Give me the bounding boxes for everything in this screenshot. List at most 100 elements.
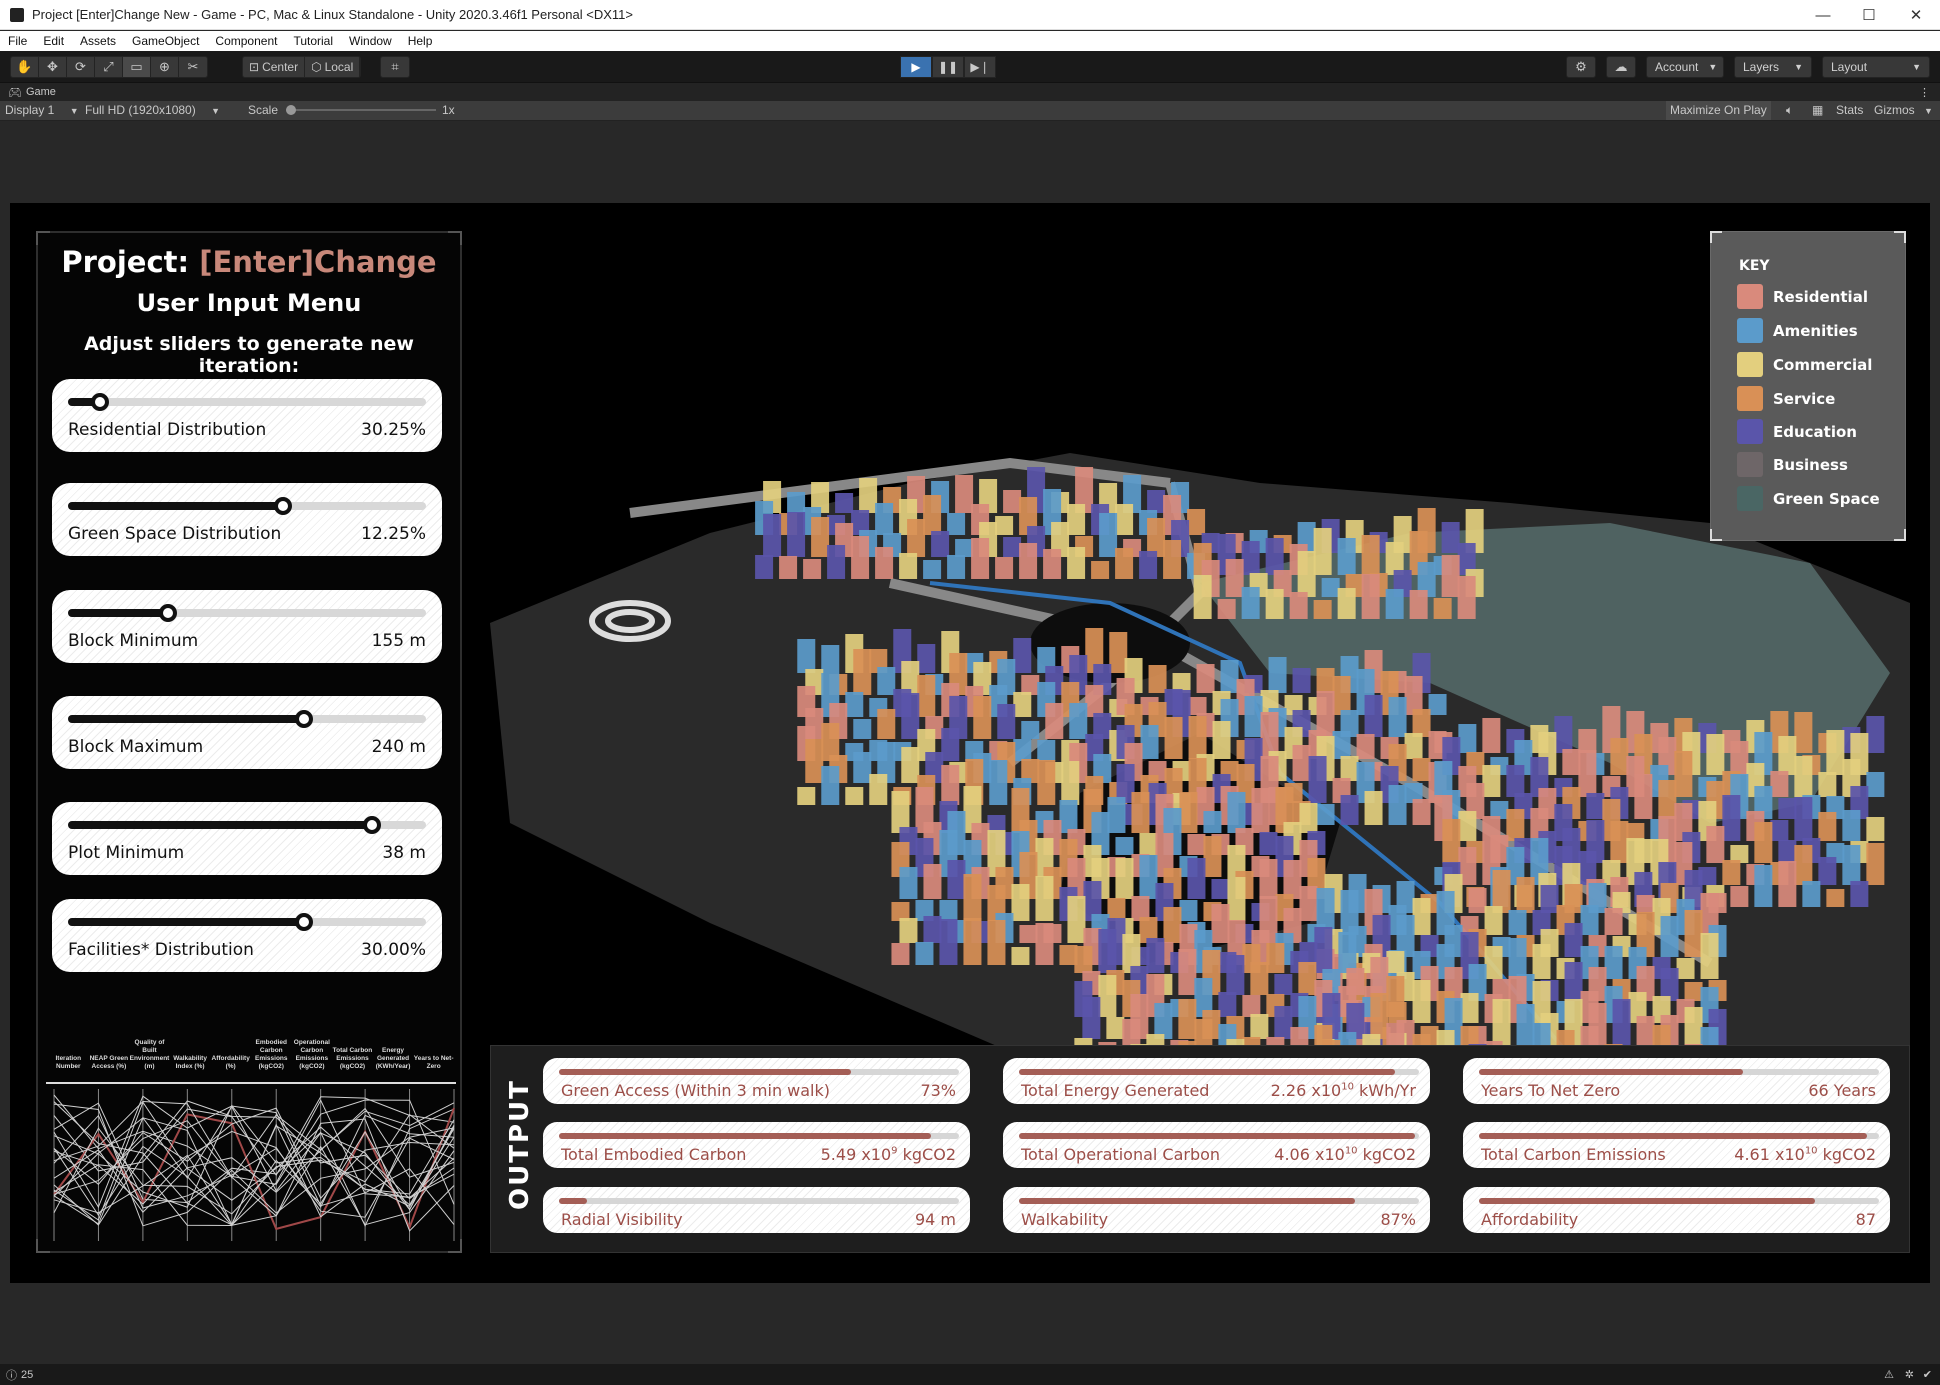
transform-tool-icon[interactable]: ⊕ xyxy=(151,57,179,77)
scale-label: Scale xyxy=(248,103,279,117)
slider-track[interactable] xyxy=(68,393,426,411)
building-block xyxy=(1778,798,1797,819)
menu-tutorial[interactable]: Tutorial xyxy=(285,34,341,48)
debug-icon[interactable]: ⚠ xyxy=(1884,1368,1894,1381)
game-view: Project: [Enter]Change User Input Menu A… xyxy=(0,121,1940,1364)
menu-assets[interactable]: Assets xyxy=(72,34,124,48)
space-toggle[interactable]: ⬡ Local xyxy=(305,57,361,77)
layout-label: Layout xyxy=(1831,60,1868,74)
building-block xyxy=(1842,810,1861,841)
output-label-text: Total Energy Generated xyxy=(1021,1081,1210,1100)
building-block xyxy=(1188,697,1207,715)
tab-game[interactable]: 🎮︎ Game xyxy=(0,86,64,99)
output-bar-track xyxy=(559,1069,959,1075)
step-button[interactable]: ▶❘ xyxy=(964,56,996,78)
rotate-tool-icon[interactable]: ⟳ xyxy=(67,57,95,77)
game-viewport[interactable]: Project: [Enter]Change User Input Menu A… xyxy=(10,203,1930,1283)
pause-button[interactable]: ❚❚ xyxy=(932,56,964,78)
building-block xyxy=(1011,947,1030,965)
building-block xyxy=(1037,760,1056,805)
building-block xyxy=(1340,795,1359,825)
building-block xyxy=(1043,549,1062,579)
slider-handle[interactable] xyxy=(295,913,313,931)
close-icon: ✕ xyxy=(1909,7,1923,24)
move-tool-icon[interactable]: ✥ xyxy=(39,57,67,77)
slider-handle[interactable] xyxy=(295,710,313,728)
building-block xyxy=(1337,588,1356,619)
hand-tool-icon[interactable]: ✋ xyxy=(11,57,39,77)
status-check-icon[interactable]: ✔ xyxy=(1923,1368,1932,1381)
building-block xyxy=(1770,771,1789,797)
slider-handle[interactable] xyxy=(363,816,381,834)
layers-dropdown[interactable]: Layers ▼ xyxy=(1734,56,1812,78)
slider-track[interactable] xyxy=(68,816,426,834)
gizmos-dropdown[interactable]: Gizmos ▼ xyxy=(1874,103,1933,117)
slider-track[interactable] xyxy=(68,913,426,931)
slider-track[interactable] xyxy=(68,497,426,515)
output-panel: OUTPUT Green Access (Within 3 min walk) 7… xyxy=(490,1045,1910,1253)
building-block xyxy=(1187,509,1206,535)
cloud-icon[interactable]: ☁ xyxy=(1607,57,1635,77)
pivot-toggle[interactable]: ⊡ Center xyxy=(243,57,306,77)
tab-game-label: Game xyxy=(25,86,56,98)
scale-tool-icon[interactable]: ⤢ xyxy=(95,57,123,77)
output-value-exponent: 10 xyxy=(1341,1081,1354,1093)
slider-handle[interactable] xyxy=(159,604,177,622)
menu-component[interactable]: Component xyxy=(207,34,285,48)
resolution-label: Full HD (1920x1080) xyxy=(85,103,196,117)
unity-logo-icon xyxy=(10,7,24,22)
slider-plot-minimum[interactable]: Plot Minimum 38 m xyxy=(52,802,442,875)
layout-dropdown[interactable]: Layout ▼ xyxy=(1822,56,1930,78)
building-block xyxy=(1091,561,1110,579)
slider-block-minimum[interactable]: Block Minimum 155 m xyxy=(52,590,442,663)
lighting-icon[interactable]: ✲ xyxy=(1905,1368,1914,1381)
stats-toggle[interactable]: Stats xyxy=(1836,103,1863,117)
scale-slider-handle[interactable] xyxy=(286,105,296,115)
building-block xyxy=(835,493,854,513)
building-block xyxy=(971,538,990,579)
building-block xyxy=(1211,879,1230,899)
account-dropdown[interactable]: Account ▼ xyxy=(1646,56,1724,78)
menu-help[interactable]: Help xyxy=(400,34,441,48)
maximize-button[interactable]: ☐ xyxy=(1846,0,1892,30)
output-card: Affordability 87 xyxy=(1463,1187,1890,1233)
building-block xyxy=(1131,792,1150,833)
building-block xyxy=(1045,703,1064,739)
slider-track[interactable] xyxy=(68,710,426,728)
menu-file[interactable]: File xyxy=(0,34,35,48)
slider-block-maximum[interactable]: Block Maximum 240 m xyxy=(52,696,442,769)
building-block xyxy=(1067,896,1086,943)
mute-audio-icon[interactable]: 🔈︎ xyxy=(1786,103,1793,118)
building-block xyxy=(939,919,958,965)
scale-slider-track[interactable] xyxy=(286,109,436,111)
slider-facilities-distribution[interactable]: Facilities* Distribution 30.00% xyxy=(52,899,442,972)
rect-tool-icon[interactable]: ▭ xyxy=(123,57,151,77)
building-block xyxy=(1562,749,1581,775)
grid-snap-icon[interactable]: ⌗ xyxy=(381,57,409,77)
slider-residential-distribution[interactable]: Residential Distribution 30.25% xyxy=(52,379,442,452)
building-block xyxy=(1706,734,1725,775)
slider-track[interactable] xyxy=(68,604,426,622)
building-block xyxy=(1107,898,1126,921)
building-block xyxy=(1147,490,1166,513)
resolution-dropdown[interactable]: Full HD (1920x1080) ▼ xyxy=(85,103,220,117)
output-label-text: Total Embodied Carbon xyxy=(561,1145,747,1164)
minimize-button[interactable]: — xyxy=(1800,0,1846,30)
play-button[interactable]: ▶ xyxy=(900,56,932,78)
maximize-on-play-toggle[interactable]: Maximize On Play xyxy=(1666,101,1771,120)
slider-handle[interactable] xyxy=(274,497,292,515)
legend-label: Business xyxy=(1773,455,1848,474)
slider-green-space-distribution[interactable]: Green Space Distribution 12.25% xyxy=(52,483,442,556)
custom-tool-icon[interactable]: ✂ xyxy=(179,57,207,77)
slider-handle[interactable] xyxy=(91,393,109,411)
menu-edit[interactable]: Edit xyxy=(35,34,72,48)
building-block xyxy=(1506,765,1525,797)
output-value: 87% xyxy=(1380,1210,1416,1229)
display-dropdown[interactable]: Display 1 ▼ xyxy=(5,103,79,117)
building-block xyxy=(1098,929,1117,973)
menu-window[interactable]: Window xyxy=(341,34,400,48)
collab-icon[interactable]: ⚙ xyxy=(1567,57,1595,77)
menu-gameobject[interactable]: GameObject xyxy=(124,34,207,48)
close-button[interactable]: ✕ xyxy=(1892,0,1940,30)
tab-menu-icon[interactable]: ⋮ xyxy=(1919,86,1930,99)
